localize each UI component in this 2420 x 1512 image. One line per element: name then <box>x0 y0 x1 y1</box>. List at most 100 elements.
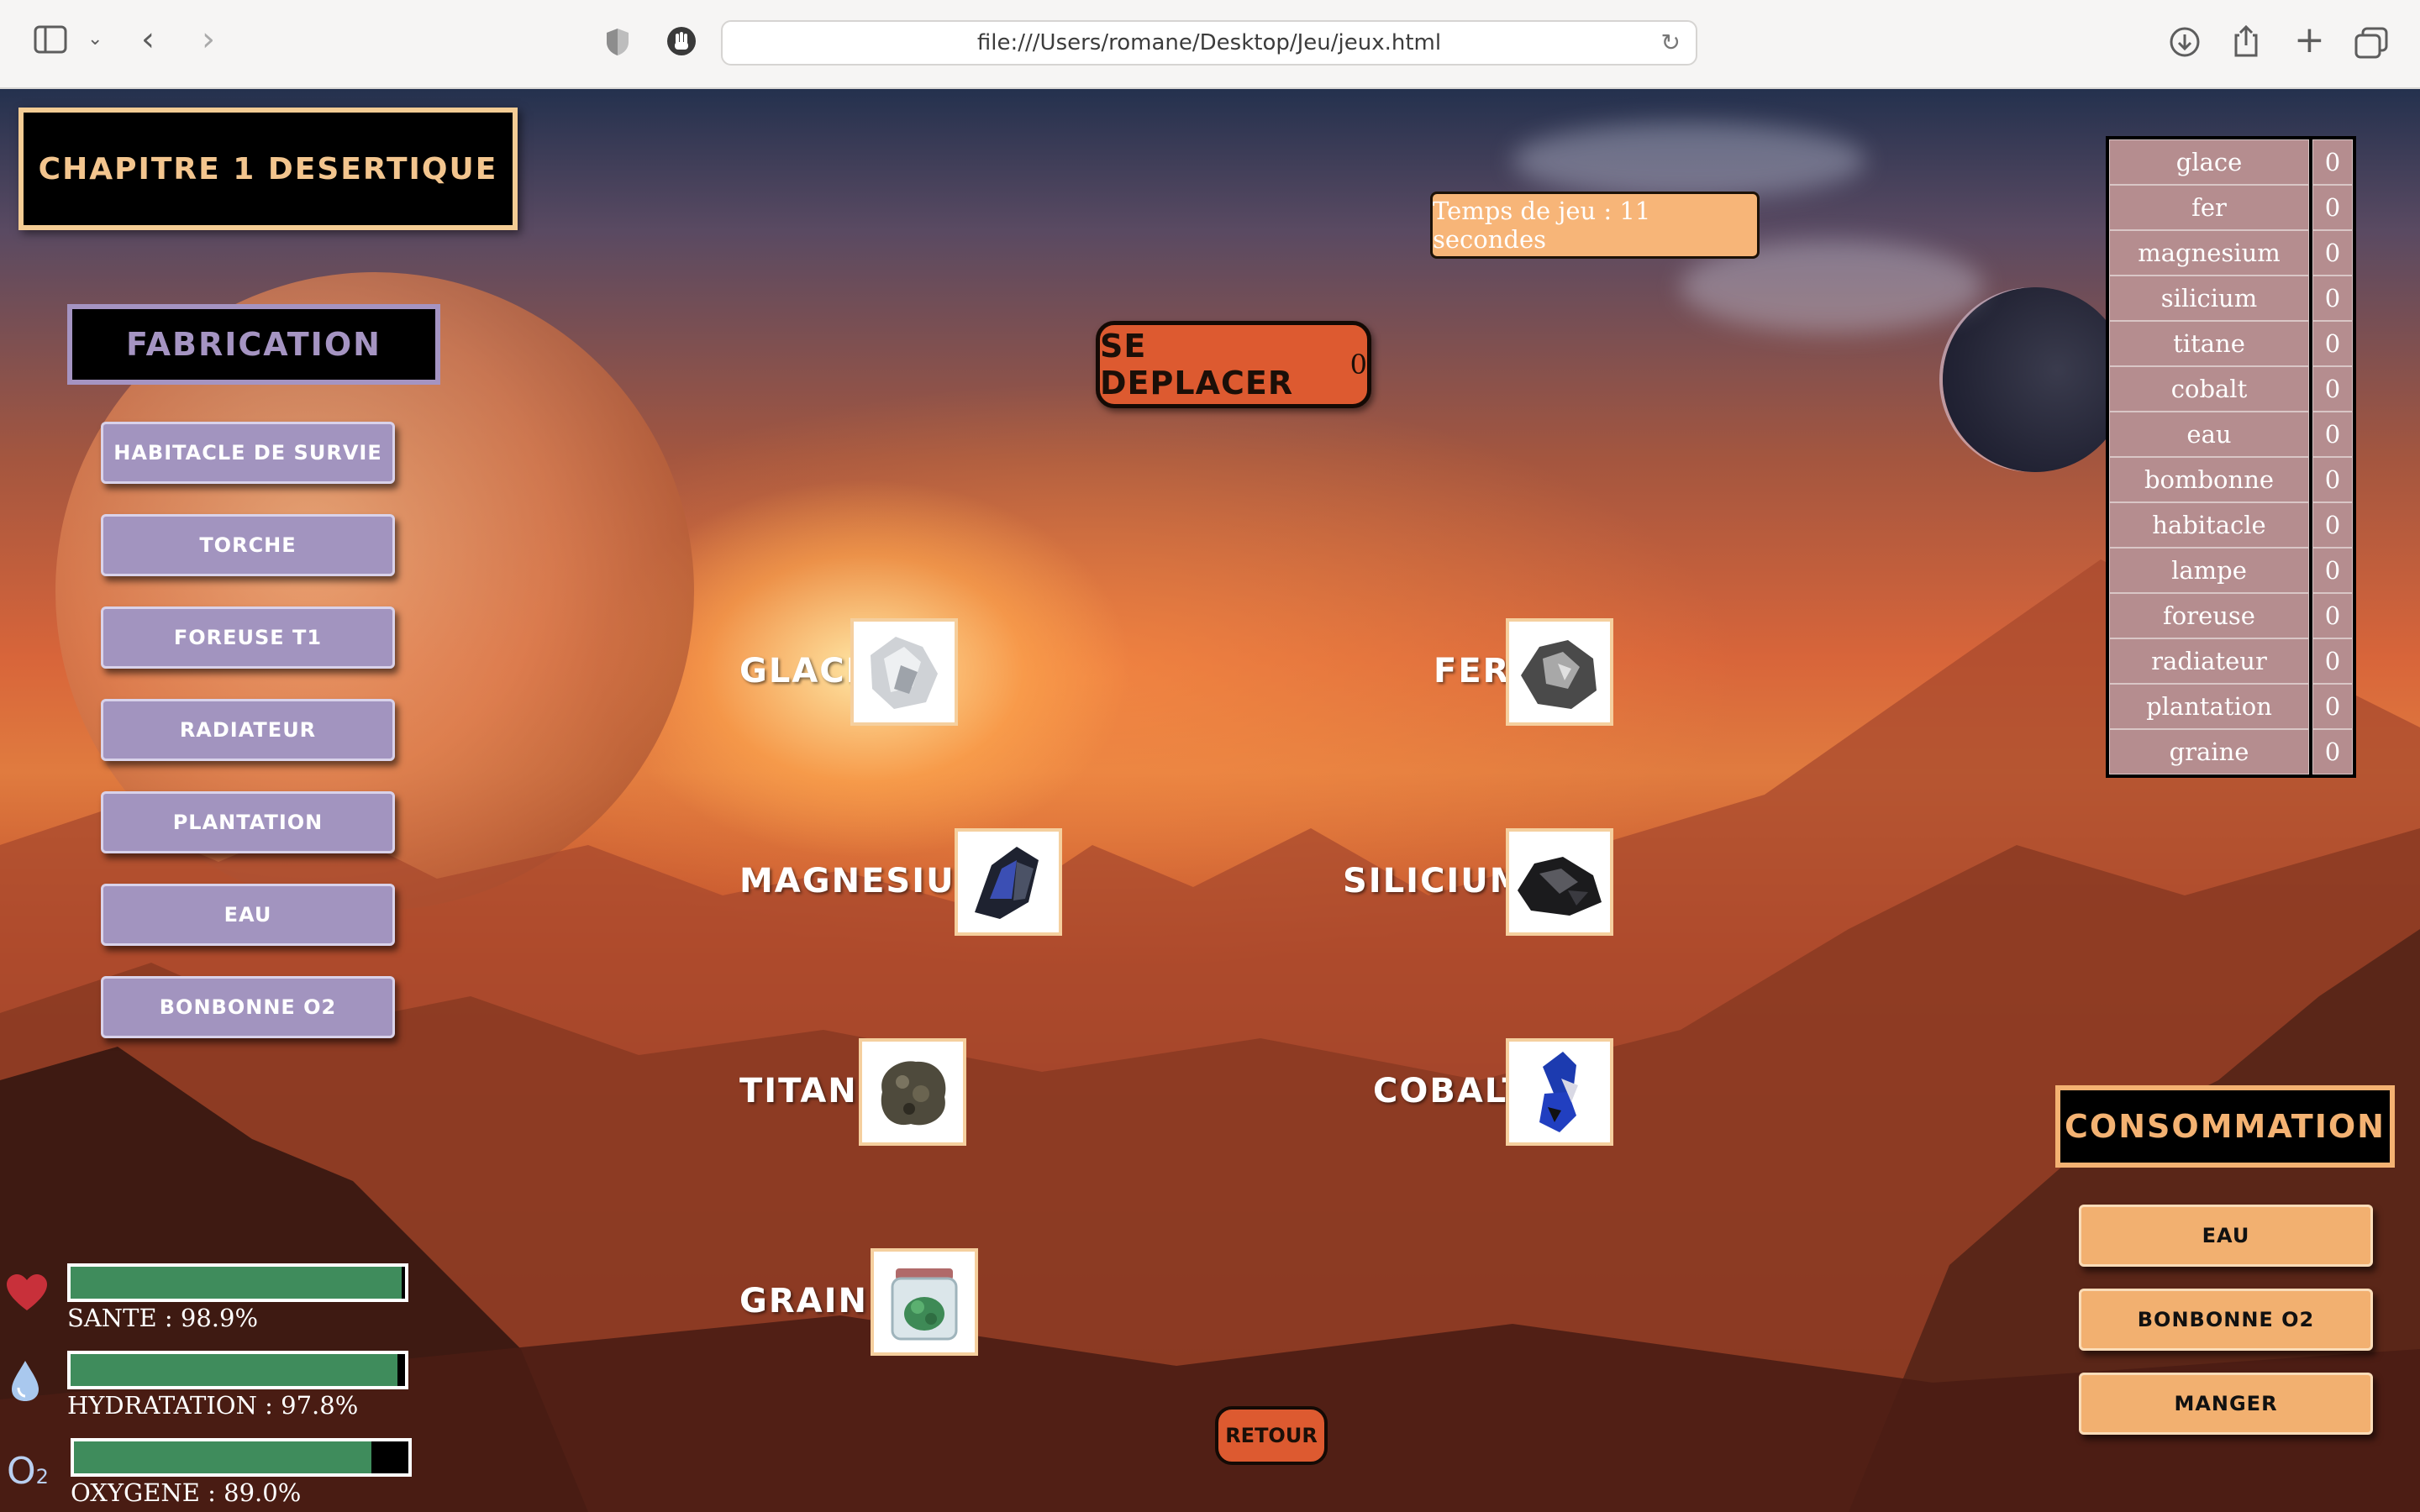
craft-radiateur-button[interactable]: RADIATEUR <box>101 699 395 761</box>
inventory-item-name: magnesium <box>2109 230 2309 276</box>
oxygene-label: OXYGENE : 89.0% <box>71 1478 302 1507</box>
inventory-row: magnesium 0 <box>2109 230 2353 276</box>
inventory-item-qty: 0 <box>2312 593 2353 638</box>
consume-manger-button[interactable]: MANGER <box>2079 1373 2373 1435</box>
oxygene-bar-fill <box>74 1441 372 1473</box>
fabrication-title: FABRICATION <box>67 304 440 385</box>
heart-icon <box>5 1273 49 1315</box>
back-arrow-icon[interactable]: ‹ <box>141 20 155 59</box>
inventory-row: radiateur 0 <box>2109 638 2353 684</box>
craft-torche-button[interactable]: TORCHE <box>101 514 395 576</box>
chevron-down-icon[interactable]: ⌄ <box>87 29 103 50</box>
inventory-item-qty: 0 <box>2312 139 2353 185</box>
craft-eau-button[interactable]: EAU <box>101 884 395 946</box>
hydratation-bar <box>67 1351 408 1389</box>
inventory-item-name: graine <box>2109 729 2309 774</box>
inventory-item-qty: 0 <box>2312 276 2353 321</box>
inventory-row: graine 0 <box>2109 729 2353 774</box>
inventory-row: habitacle 0 <box>2109 502 2353 548</box>
sante-bar-fill <box>71 1267 402 1299</box>
inventory-row: lampe 0 <box>2109 548 2353 593</box>
inventory-item-name: habitacle <box>2109 502 2309 548</box>
inventory-row: bombonne 0 <box>2109 457 2353 502</box>
silicon-rock-icon <box>1509 832 1610 932</box>
reload-icon[interactable]: ↻ <box>1661 29 1681 56</box>
craft-plantation-button[interactable]: PLANTATION <box>101 791 395 853</box>
titanium-nugget-icon <box>862 1042 963 1142</box>
magnesium-crystal-icon <box>958 832 1059 932</box>
glace-resource-button[interactable] <box>850 618 958 726</box>
iron-ore-icon <box>1509 622 1610 722</box>
inventory-row: eau 0 <box>2109 412 2353 457</box>
download-icon[interactable] <box>2168 25 2202 62</box>
sidebar-toggle-icon[interactable] <box>34 25 67 57</box>
new-tab-icon[interactable]: + <box>2294 18 2325 61</box>
consume-eau-button[interactable]: EAU <box>2079 1205 2373 1267</box>
ice-crystal-icon <box>854 622 955 722</box>
inventory-row: fer 0 <box>2109 185 2353 230</box>
url-text: file:///Users/romane/Desktop/Jeu/jeux.ht… <box>976 30 1442 55</box>
magnesium-resource-button[interactable] <box>955 828 1062 936</box>
hydratation-bar-fill <box>71 1354 398 1386</box>
share-icon[interactable] <box>2232 24 2260 62</box>
seed-jar-icon <box>874 1252 975 1352</box>
inventory-row: plantation 0 <box>2109 684 2353 729</box>
game-timer: Temps de jeu : 11 secondes <box>1430 192 1760 259</box>
sante-bar <box>67 1263 408 1302</box>
inventory-table: glace 0 fer 0 magnesium 0 silicium 0 titane 0 coba… <box>2106 136 2356 778</box>
inventory-item-qty: 0 <box>2312 684 2353 729</box>
inventory-item-qty: 0 <box>2312 185 2353 230</box>
inventory-item-name: plantation <box>2109 684 2309 729</box>
inventory-item-name: cobalt <box>2109 366 2309 412</box>
inventory-item-qty: 0 <box>2312 366 2353 412</box>
inventory-row: glace 0 <box>2109 139 2353 185</box>
browser-toolbar: ⌄ ‹ › file:///Users/romane/Desktop/Jeu/j… <box>0 0 2420 89</box>
privacy-shield-icon[interactable] <box>605 27 630 60</box>
resource-label-graine: GRAINE <box>739 1282 893 1320</box>
inventory-item-name: bombonne <box>2109 457 2309 502</box>
inventory-row: foreuse 0 <box>2109 593 2353 638</box>
consume-bonbonne-button[interactable]: BONBONNE O2 <box>2079 1289 2373 1351</box>
inventory-row: cobalt 0 <box>2109 366 2353 412</box>
retour-button[interactable]: RETOUR <box>1215 1406 1328 1465</box>
inventory-item-name: lampe <box>2109 548 2309 593</box>
hand-block-icon[interactable] <box>666 25 697 60</box>
titane-resource-button[interactable] <box>859 1038 966 1146</box>
inventory-item-qty: 0 <box>2312 457 2353 502</box>
fer-resource-button[interactable] <box>1506 618 1613 726</box>
inventory-item-name: eau <box>2109 412 2309 457</box>
hydratation-label: HYDRATATION : 97.8% <box>67 1391 359 1420</box>
resource-label-silicium: SILICIUM <box>1343 862 1525 900</box>
inventory-item-name: fer <box>2109 185 2309 230</box>
inventory-item-qty: 0 <box>2312 502 2353 548</box>
move-button-label: SE DEPLACER <box>1100 328 1294 402</box>
sante-label: SANTE : 98.9% <box>67 1304 259 1332</box>
craft-foreuse-button[interactable]: FOREUSE T1 <box>101 606 395 669</box>
inventory-row: titane 0 <box>2109 321 2353 366</box>
address-bar[interactable]: file:///Users/romane/Desktop/Jeu/jeux.ht… <box>721 20 1697 66</box>
tab-overview-icon[interactable] <box>2354 27 2388 62</box>
inventory-item-qty: 0 <box>2312 548 2353 593</box>
move-button[interactable]: SE DEPLACER 0 <box>1096 321 1371 408</box>
inventory-item-name: foreuse <box>2109 593 2309 638</box>
inventory-row: silicium 0 <box>2109 276 2353 321</box>
silicium-resource-button[interactable] <box>1506 828 1613 936</box>
craft-habitacle-button[interactable]: HABITACLE DE SURVIE <box>101 422 395 484</box>
graine-resource-button[interactable] <box>871 1248 978 1356</box>
inventory-item-qty: 0 <box>2312 321 2353 366</box>
forward-arrow-icon[interactable]: › <box>202 20 215 59</box>
chapter-title: CHAPITRE 1 DESERTIQUE <box>18 108 518 230</box>
inventory-item-name: glace <box>2109 139 2309 185</box>
resource-label-cobalt: COBALT <box>1373 1072 1527 1110</box>
craft-bonbonne-button[interactable]: BONBONNE O2 <box>101 976 395 1038</box>
cobalt-mineral-icon <box>1509 1042 1610 1142</box>
inventory-item-name: radiateur <box>2109 638 2309 684</box>
inventory-item-qty: 0 <box>2312 729 2353 774</box>
cobalt-resource-button[interactable] <box>1506 1038 1613 1146</box>
inventory-item-qty: 0 <box>2312 412 2353 457</box>
oxygen-icon: O2 <box>7 1450 49 1493</box>
consommation-title: CONSOMMATION <box>2055 1085 2395 1168</box>
inventory-item-name: silicium <box>2109 276 2309 321</box>
inventory-item-qty: 0 <box>2312 638 2353 684</box>
resource-label-fer: FER <box>1434 652 1511 690</box>
